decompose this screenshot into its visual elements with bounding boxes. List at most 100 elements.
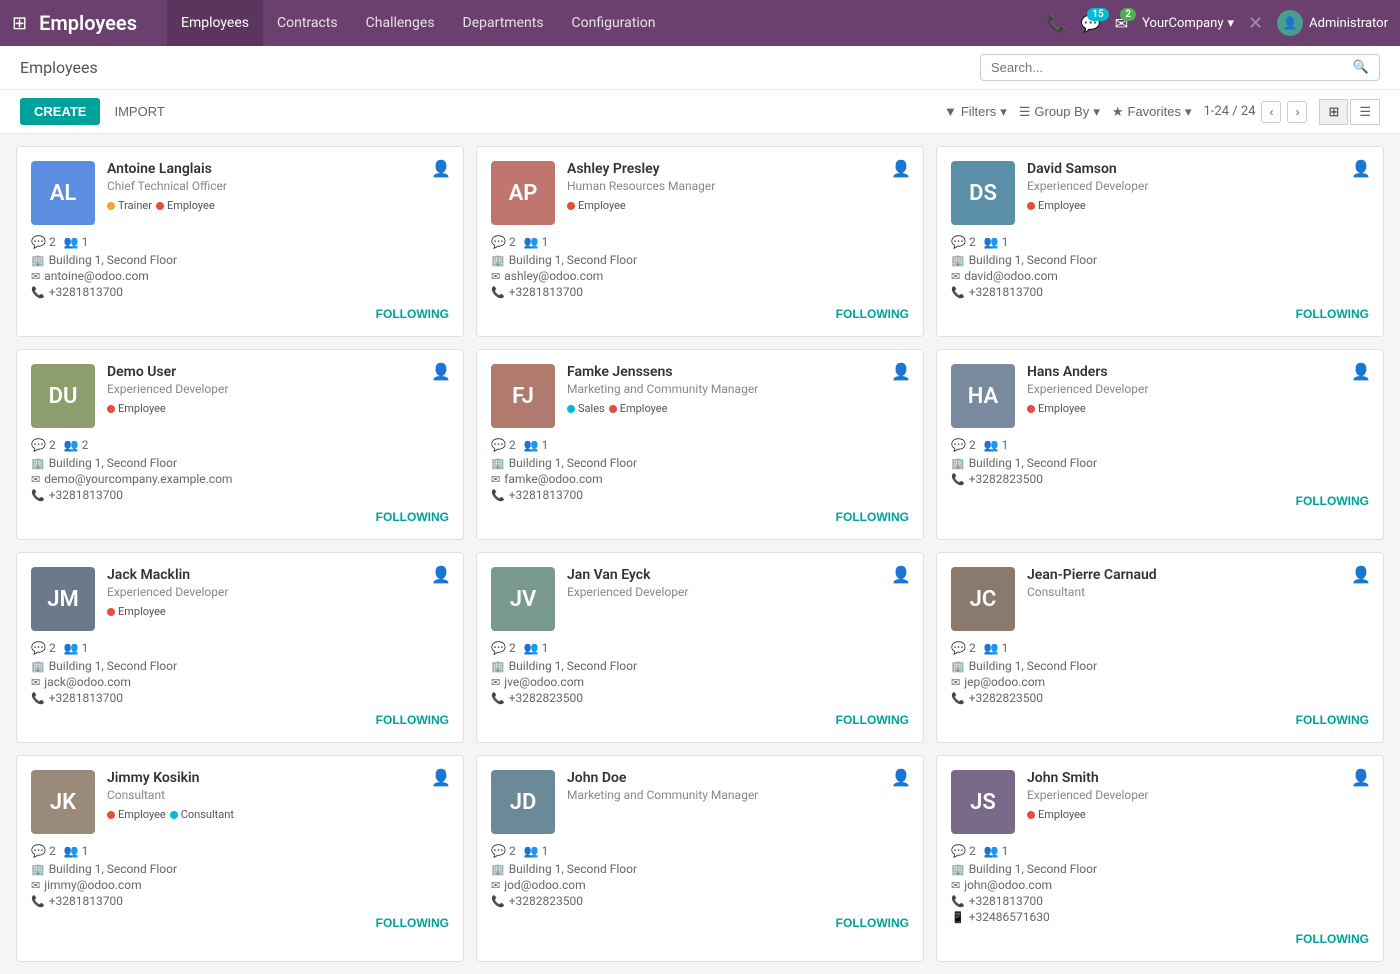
search-bar: 🔍 (980, 54, 1380, 81)
following-button[interactable]: FOLLOWING (376, 916, 449, 930)
following-button[interactable]: FOLLOWING (836, 307, 909, 321)
toolbar-right: ▼ Filters ▾ ☰ Group By ▾ ★ Favorites ▾ 1… (944, 99, 1380, 125)
following-button[interactable]: FOLLOWING (376, 307, 449, 321)
card-footer: FOLLOWING (491, 307, 909, 322)
following-button[interactable]: FOLLOWING (1296, 494, 1369, 508)
card-stats: 💬2 👥1 (491, 844, 909, 858)
employee-avatar: DU (31, 364, 95, 428)
employee-card[interactable]: 👤 AP Ashley Presley Human Resources Mana… (476, 146, 924, 337)
following-button[interactable]: FOLLOWING (836, 713, 909, 727)
filters-button[interactable]: ▼ Filters ▾ (944, 104, 1007, 120)
employee-card[interactable]: 👤 JS John Smith Experienced Developer Em… (936, 755, 1384, 962)
tag-label: Employee (118, 605, 166, 618)
kanban-view-btn[interactable]: ⊞ (1319, 99, 1348, 125)
employee-card[interactable]: 👤 JV Jan Van Eyck Experienced Developer … (476, 552, 924, 743)
company-selector[interactable]: YourCompany ▾ (1142, 16, 1234, 31)
employee-avatar: JC (951, 567, 1015, 631)
star-icon: ★ (1112, 104, 1124, 120)
building-icon: 🏢 (951, 660, 965, 673)
card-footer: FOLLOWING (491, 916, 909, 931)
app-title: Employees (39, 11, 137, 35)
card-header: FJ Famke Jenssens Marketing and Communit… (491, 364, 909, 428)
email-icon: ✉ (951, 676, 960, 689)
employee-card[interactable]: 👤 JM Jack Macklin Experienced Developer … (16, 552, 464, 743)
employee-phone: 📞 +3281813700 (951, 894, 1369, 908)
pager: 1-24 / 24 ‹ › (1204, 101, 1308, 123)
employee-user-icon: 👤 (891, 362, 911, 381)
following-button[interactable]: FOLLOWING (1296, 307, 1369, 321)
employee-card[interactable]: 👤 JK Jimmy Kosikin Consultant Employee C… (16, 755, 464, 962)
nav-contracts[interactable]: Contracts (263, 0, 352, 46)
message-count: 💬2 (31, 641, 56, 655)
import-button[interactable]: IMPORT (100, 98, 178, 125)
message-icon[interactable]: ✉ 2 (1115, 14, 1128, 33)
employee-phone: 📞 +3281813700 (31, 691, 449, 705)
phone-icon: 📞 (31, 895, 45, 908)
employee-card[interactable]: 👤 HA Hans Anders Experienced Developer E… (936, 349, 1384, 540)
bubble-icon: 💬 (31, 235, 46, 249)
bubble-icon: 💬 (491, 844, 506, 858)
filters-chevron: ▾ (1000, 104, 1007, 120)
nav-configuration[interactable]: Configuration (558, 0, 670, 46)
employee-name: David Samson (1027, 161, 1369, 177)
tag-label: Employee (118, 808, 166, 821)
card-header: JV Jan Van Eyck Experienced Developer (491, 567, 909, 631)
phone-icon[interactable]: 📞 (1047, 14, 1067, 33)
employee-card[interactable]: 👤 DU Demo User Experienced Developer Emp… (16, 349, 464, 540)
employee-job-title: Experienced Developer (1027, 382, 1369, 396)
employee-name: Jimmy Kosikin (107, 770, 449, 786)
card-footer: FOLLOWING (491, 713, 909, 728)
create-button[interactable]: CREATE (20, 98, 100, 125)
employee-card[interactable]: 👤 FJ Famke Jenssens Marketing and Commun… (476, 349, 924, 540)
card-info: John Doe Marketing and Community Manager (567, 770, 909, 834)
nav-departments[interactable]: Departments (449, 0, 558, 46)
favorites-button[interactable]: ★ Favorites ▾ (1112, 104, 1192, 120)
employee-location: 🏢 Building 1, Second Floor (951, 862, 1369, 876)
phone-icon: 📞 (491, 489, 505, 502)
card-stats: 💬2 👥1 (491, 641, 909, 655)
card-info: Jan Van Eyck Experienced Developer (567, 567, 909, 631)
employee-email: ✉ jimmy@odoo.com (31, 878, 449, 892)
grid-menu-icon[interactable]: ⊞ (12, 13, 27, 34)
employee-job-title: Consultant (107, 788, 449, 802)
following-button[interactable]: FOLLOWING (836, 510, 909, 524)
search-input[interactable] (991, 60, 1353, 75)
employee-card[interactable]: 👤 AL Antoine Langlais Chief Technical Of… (16, 146, 464, 337)
employee-card[interactable]: 👤 JD John Doe Marketing and Community Ma… (476, 755, 924, 962)
following-button[interactable]: FOLLOWING (1296, 713, 1369, 727)
employee-user-icon: 👤 (431, 565, 451, 584)
list-view-btn[interactable]: ☰ (1350, 99, 1380, 125)
tag-label: Employee (1038, 808, 1086, 821)
card-stats: 💬2 👥1 (31, 235, 449, 249)
message-badge: 2 (1120, 8, 1136, 21)
employee-tags: Sales Employee (567, 402, 909, 415)
pager-next[interactable]: › (1287, 101, 1307, 123)
card-footer: FOLLOWING (491, 510, 909, 525)
follower-count: 👥2 (64, 438, 89, 452)
employee-card[interactable]: 👤 DS David Samson Experienced Developer … (936, 146, 1384, 337)
page-title: Employees (20, 58, 98, 77)
phone-icon: 📞 (31, 692, 45, 705)
employee-tag: Employee (567, 199, 626, 212)
group-by-button[interactable]: ☰ Group By ▾ (1019, 104, 1100, 120)
nav-employees[interactable]: Employees (167, 0, 263, 46)
card-stats: 💬2 👥1 (951, 641, 1369, 655)
search-icon[interactable]: 🔍 (1353, 60, 1369, 75)
chat-icon[interactable]: 💬 15 (1081, 14, 1101, 33)
tag-dot (107, 202, 115, 210)
employee-name: Famke Jenssens (567, 364, 909, 380)
tag-label: Employee (578, 199, 626, 212)
following-button[interactable]: FOLLOWING (376, 510, 449, 524)
following-button[interactable]: FOLLOWING (1296, 932, 1369, 946)
message-count: 💬2 (951, 641, 976, 655)
people-icon: 👥 (64, 235, 79, 249)
employee-location: 🏢 Building 1, Second Floor (491, 862, 909, 876)
employee-user-icon: 👤 (891, 565, 911, 584)
following-button[interactable]: FOLLOWING (376, 713, 449, 727)
message-count: 💬2 (951, 235, 976, 249)
following-button[interactable]: FOLLOWING (836, 916, 909, 930)
pager-prev[interactable]: ‹ (1261, 101, 1281, 123)
employee-card[interactable]: 👤 JC Jean-Pierre Carnaud Consultant 💬2 👥… (936, 552, 1384, 743)
user-menu[interactable]: 👤 Administrator (1277, 10, 1388, 36)
nav-challenges[interactable]: Challenges (352, 0, 449, 46)
